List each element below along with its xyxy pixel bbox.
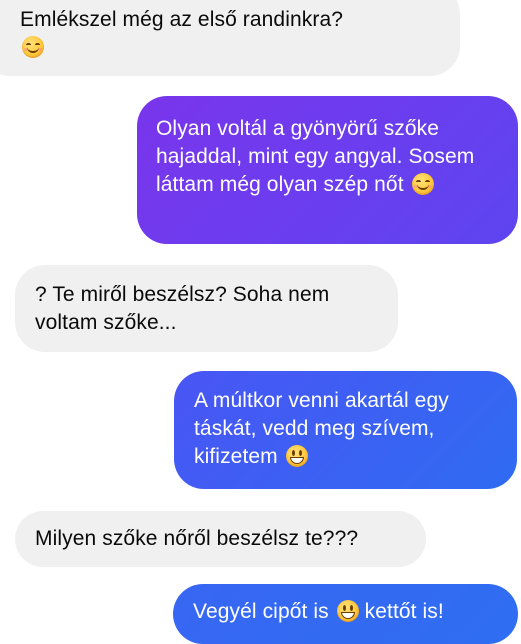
message-text: Milyen szőke nőről beszélsz te??? — [35, 527, 359, 550]
message-bubble-outgoing: Vegyél cipőt is kettőt is! — [173, 584, 518, 644]
message-bubble-incoming: Milyen szőke nőről beszélsz te??? — [15, 511, 426, 567]
message-text: A múltkor venni akartál egy táskát, vedd… — [194, 389, 449, 468]
smiling-face-icon — [22, 36, 44, 58]
message-bubble-outgoing: Olyan voltál a gyönyörű szőke hajaddal, … — [137, 96, 518, 244]
message-bubble-outgoing: A múltkor venni akartál egy táskát, vedd… — [174, 371, 517, 489]
smiling-face-icon — [411, 173, 434, 195]
message-bubble-incoming: Emlékszel még az első randinkra? — [0, 0, 460, 76]
message-text: Emlékszel még az első randinkra? — [20, 8, 344, 31]
grinning-face-icon — [285, 445, 308, 467]
grinning-face-icon — [336, 600, 359, 622]
message-text: kettőt is! — [364, 600, 444, 623]
message-bubble-incoming: ? Te miről beszélsz? Soha nem voltam sző… — [15, 265, 398, 352]
message-text: ? Te miről beszélsz? Soha nem voltam sző… — [35, 283, 330, 334]
message-text: Vegyél cipőt is — [193, 600, 329, 623]
